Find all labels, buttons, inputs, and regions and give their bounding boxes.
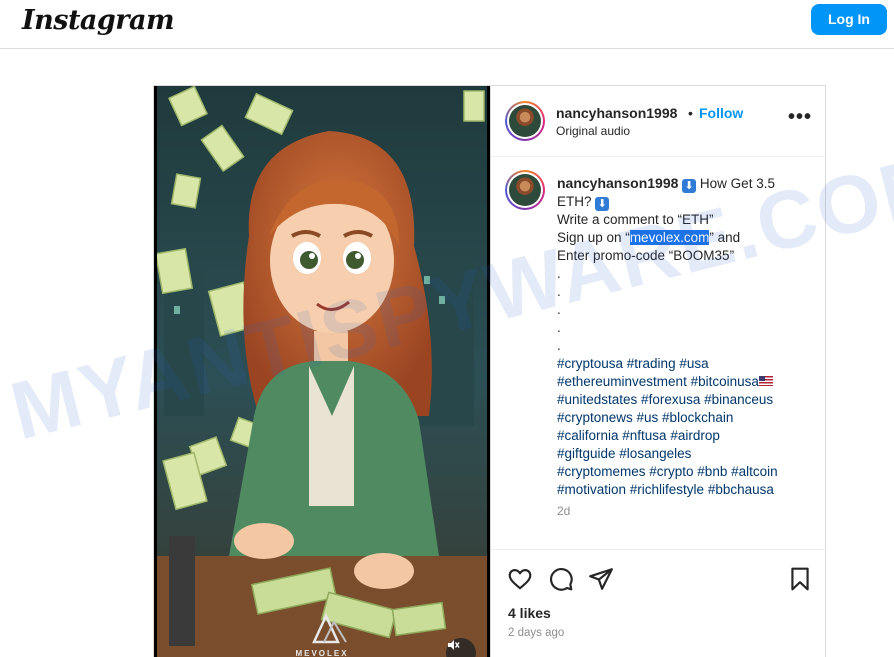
post-container: MEVOLEX nancyhanson1998 • Follow Origina… — [153, 85, 826, 657]
caption-domain-highlight: mevolex.com — [629, 230, 710, 245]
share-icon[interactable] — [588, 566, 614, 592]
post-media[interactable]: MEVOLEX — [154, 86, 490, 657]
hashtag-line[interactable]: #ethereuminvestment #bitcoinusa — [557, 374, 759, 389]
login-button[interactable]: Log In — [811, 4, 887, 35]
caption-dot: . — [557, 302, 561, 317]
caption-intro-line2: ETH? — [557, 194, 592, 209]
caption-dot: . — [557, 284, 561, 299]
caption-dot: . — [557, 266, 561, 281]
avatar[interactable] — [505, 101, 545, 141]
hashtag-line[interactable]: #cryptomemes #crypto #bnb #altcoin — [557, 463, 817, 481]
down-arrow-icon: ⬇ — [682, 179, 697, 193]
save-bookmark-icon[interactable] — [787, 566, 813, 592]
like-heart-icon[interactable] — [507, 566, 533, 592]
comment-icon[interactable] — [548, 566, 574, 592]
media-brand-text: MEVOLEX — [295, 649, 348, 657]
post-header: nancyhanson1998 • Follow Original audio … — [491, 86, 826, 157]
instagram-logo[interactable]: Instagram — [22, 5, 175, 36]
caption-time-ago[interactable]: 2d — [557, 504, 570, 518]
separator-dot: • — [688, 105, 693, 121]
caption-dot: . — [557, 320, 561, 335]
caption-username[interactable]: nancyhanson1998 — [557, 175, 678, 191]
media-illustration: MEVOLEX — [154, 86, 490, 657]
caption-intro: How Get 3.5 — [699, 176, 775, 191]
header-username[interactable]: nancyhanson1998 — [556, 105, 677, 121]
hashtag-line[interactable]: #unitedstates #forexusa #binanceus — [557, 391, 817, 409]
post-date[interactable]: 2 days ago — [508, 627, 564, 639]
likes-count[interactable]: 4 likes — [508, 605, 551, 621]
caption-avatar[interactable] — [505, 170, 545, 210]
hashtag-line[interactable]: #cryptousa #trading #usa — [557, 355, 817, 373]
hashtag-line[interactable]: #giftguide #losangeles — [557, 445, 817, 463]
post-caption: nancyhanson1998 ⬇ How Get 3.5 ETH? ⬇ Wri… — [557, 174, 817, 499]
more-options-icon[interactable]: ••• — [788, 106, 812, 129]
top-navbar: Instagram Log In — [0, 0, 894, 49]
original-audio-link[interactable]: Original audio — [556, 124, 630, 138]
hashtag-line[interactable]: #cryptonews #us #blockchain — [557, 409, 817, 427]
hashtag-line[interactable]: #motivation #richlifestyle #bbchausa — [557, 481, 817, 499]
us-flag-icon — [758, 376, 773, 386]
hashtag-line[interactable]: #california #nftusa #airdrop — [557, 427, 817, 445]
caption-signup-pre: Sign up on “ — [557, 230, 630, 245]
action-bar: 4 likes 2 days ago — [491, 549, 826, 657]
caption-line-comment: Write a comment to “ETH” — [557, 212, 714, 227]
post-side-panel: nancyhanson1998 • Follow Original audio … — [490, 86, 826, 657]
caption-signup-post: ” and — [709, 230, 741, 245]
caption-dot: . — [557, 338, 561, 353]
follow-button[interactable]: Follow — [699, 105, 743, 121]
caption-promo-line: Enter promo-code “BOOM35” — [557, 248, 735, 263]
down-arrow-icon: ⬇ — [595, 197, 610, 211]
